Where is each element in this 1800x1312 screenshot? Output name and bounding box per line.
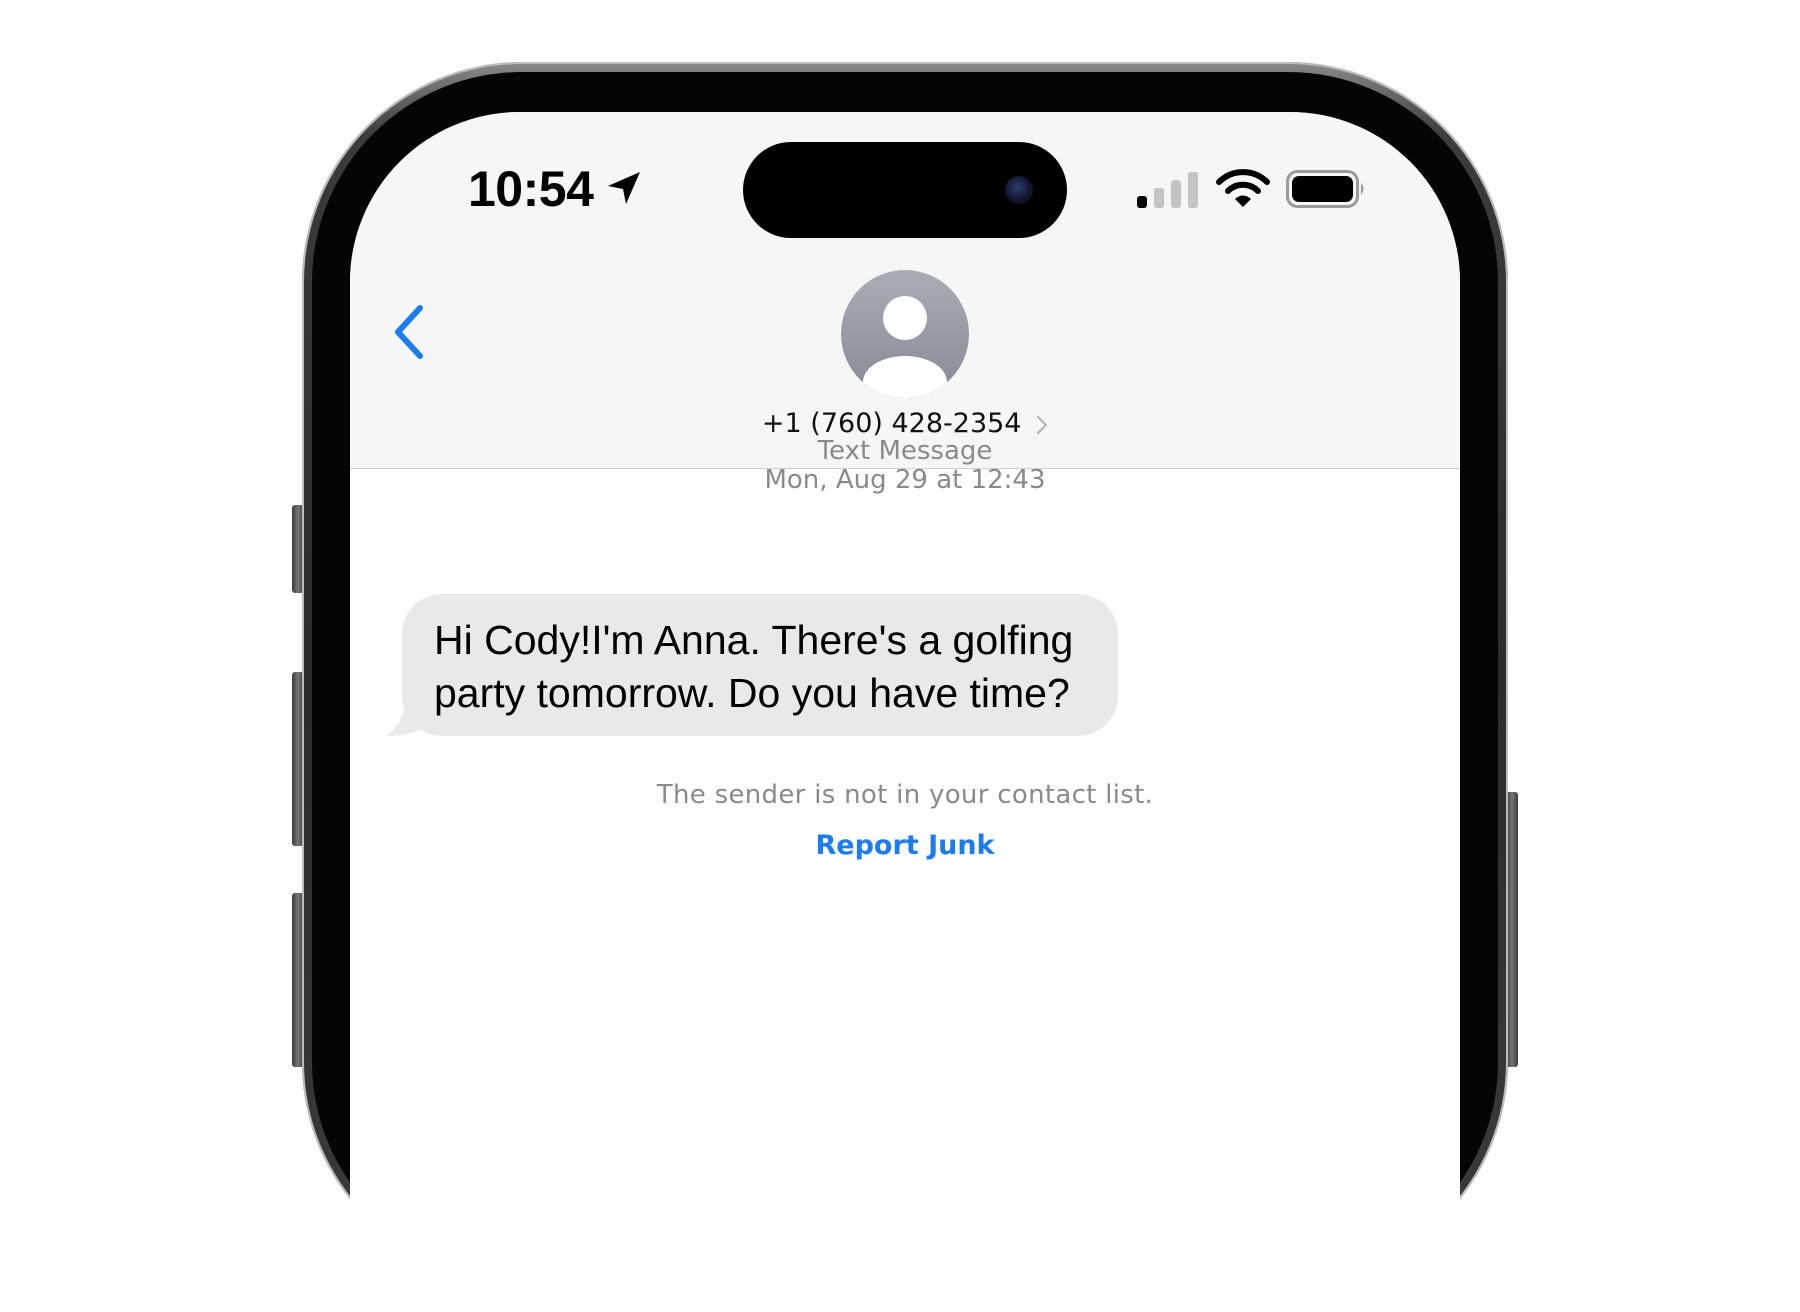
- report-junk-link[interactable]: Report Junk: [350, 830, 1460, 861]
- phone-screen: 10:54 +1 (760) 428-2354 Text Message Mon…: [350, 112, 1460, 1312]
- front-camera: [1005, 176, 1033, 204]
- cellular-signal-icon: [1137, 172, 1198, 208]
- unknown-sender-note: The sender is not in your contact list.: [656, 780, 1154, 810]
- chevron-right-icon: [1036, 415, 1048, 434]
- status-time: 10:54: [468, 161, 594, 217]
- wifi-icon: [1216, 169, 1270, 207]
- person-silhouette-icon[interactable]: [841, 270, 969, 398]
- contact-number: +1 (760) 428-2354: [761, 408, 1022, 439]
- battery-icon: [1286, 170, 1364, 208]
- chevron-left-icon[interactable]: [388, 302, 428, 362]
- incoming-message-bubble[interactable]: Hi Cody!I'm Anna. There's a golfing part…: [402, 594, 1118, 736]
- avatar-glyph: [863, 296, 947, 398]
- location-arrow-icon: [608, 172, 640, 204]
- message-type-label: Text Message: [817, 436, 993, 466]
- dynamic-island: [743, 142, 1067, 238]
- contact-name-row[interactable]: +1 (760) 428-2354: [350, 408, 1460, 439]
- message-text: Hi Cody!I'm Anna. There's a golfing part…: [434, 617, 1074, 716]
- message-timestamp: Mon, Aug 29 at 12:43: [764, 465, 1046, 495]
